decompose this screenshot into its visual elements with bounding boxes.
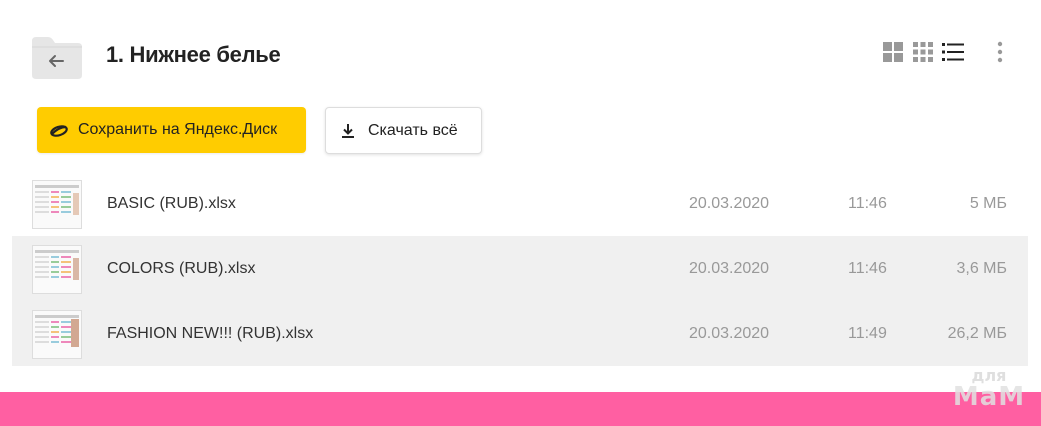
file-name: COLORS (RUB).xlsx: [107, 260, 256, 277]
save-to-disk-button[interactable]: Сохранить на Яндекс.Диск: [37, 107, 306, 153]
list-icon[interactable]: [942, 41, 964, 63]
more-vertical-icon[interactable]: [988, 40, 1012, 66]
grid-small-icon[interactable]: [912, 41, 934, 63]
file-row[interactable]: FASHION NEW!!! (RUB).xlsx 20.03.2020 11:…: [12, 301, 1028, 366]
save-button-label: Сохранить на Яндекс.Диск: [78, 121, 278, 138]
file-time: 11:46: [848, 195, 887, 212]
file-name: FASHION NEW!!! (RUB).xlsx: [107, 325, 314, 342]
folder-icon: [32, 37, 82, 79]
header: 1. Нижнее белье: [0, 0, 1041, 100]
file-size: 5 МБ: [969, 195, 1007, 212]
back-folder-button[interactable]: [32, 37, 82, 79]
grid-large-icon[interactable]: [882, 41, 904, 63]
watermark-logo: для МаМ: [944, 368, 1034, 416]
spreadsheet-thumbnail-icon: [32, 245, 82, 294]
spreadsheet-thumbnail-icon: [32, 310, 82, 359]
download-button-label: Скачать всё: [368, 121, 458, 139]
file-time: 11:49: [848, 325, 887, 342]
file-date: 20.03.2020: [689, 195, 770, 212]
file-row[interactable]: COLORS (RUB).xlsx 20.03.2020 11:46 3,6 М…: [12, 236, 1028, 301]
file-date: 20.03.2020: [689, 260, 770, 277]
file-time: 11:46: [848, 260, 887, 277]
page-title: 1. Нижнее белье: [106, 42, 281, 67]
download-icon: [340, 123, 356, 139]
watermark-line2: МаМ: [952, 382, 1026, 412]
file-row[interactable]: BASIC (RUB).xlsx 20.03.2020 11:46 5 МБ: [12, 171, 1028, 236]
yandex-disk-icon: [49, 123, 69, 137]
file-name: BASIC (RUB).xlsx: [107, 195, 236, 212]
spreadsheet-thumbnail-icon: [32, 180, 82, 229]
download-all-button[interactable]: Скачать всё: [325, 107, 482, 154]
file-size: 3,6 МБ: [956, 260, 1007, 277]
file-size: 26,2 МБ: [947, 325, 1007, 342]
file-date: 20.03.2020: [689, 325, 770, 342]
footer-bar: [0, 392, 1041, 426]
file-list: BASIC (RUB).xlsx 20.03.2020 11:46 5 МБ C…: [12, 171, 1028, 366]
